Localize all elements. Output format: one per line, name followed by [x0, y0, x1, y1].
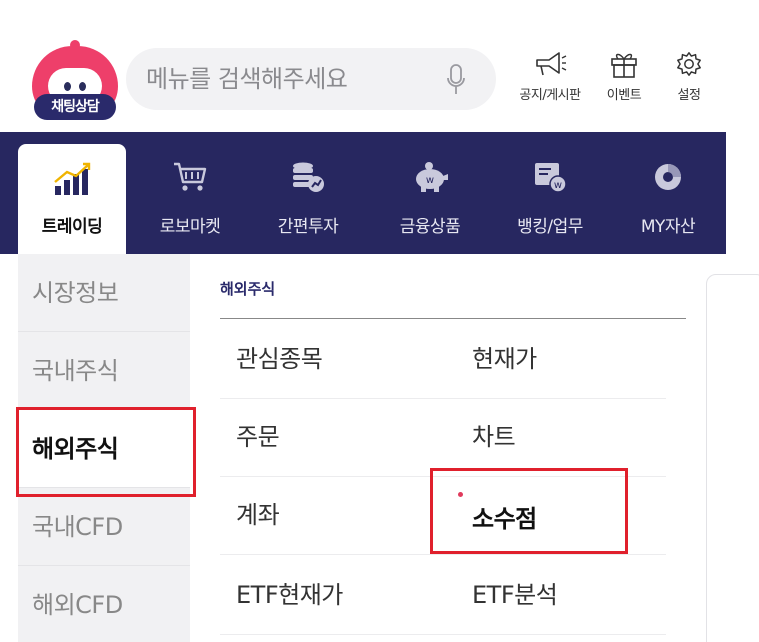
gear-icon — [677, 52, 701, 76]
tab-robomarket[interactable]: 로보마켓 — [140, 132, 240, 254]
tab-easy-invest[interactable]: 간편투자 — [258, 132, 358, 254]
chatbot-label: 채팅상담 — [34, 94, 116, 120]
main-category-nav: 트레이딩 로보마켓 간편투자 w 금융상품 w 뱅킹/업무 MY자산 — [0, 132, 726, 254]
menu-etf-current-price[interactable]: ETF현재가 — [236, 556, 343, 634]
chart-growth-icon — [54, 162, 91, 195]
highlight-fractional-shares — [430, 468, 628, 554]
tab-trading[interactable]: 트레이딩 — [18, 144, 126, 254]
highlight-overseas-stocks — [16, 407, 196, 497]
row-divider — [220, 554, 666, 555]
tab-my-assets-label: MY자산 — [640, 217, 696, 237]
event-label: 이벤트 — [606, 88, 642, 103]
menu-etf-analysis[interactable]: ETF분석 — [472, 556, 558, 634]
app-header: 채팅상담 메뉴를 검색해주세요 공지/게시판 이벤트 설정 — [0, 0, 759, 132]
sidebar-item-overseas-cfd[interactable]: 해외CFD — [18, 566, 190, 642]
chatbot-button[interactable]: 채팅상담 — [32, 40, 118, 122]
menu-watchlist[interactable]: 관심종목 — [236, 320, 323, 398]
coins-icon — [293, 162, 324, 192]
settings-label: 설정 — [677, 88, 701, 103]
robot-eye — [64, 82, 71, 91]
submenu-panel: 해외주식 관심종목 현재가 주문 차트 계좌 소수점 ETF현재가 ETF분석 — [190, 254, 759, 642]
right-side-panel — [706, 274, 759, 642]
banking-icon: w — [535, 163, 567, 193]
tab-banking-label: 뱅킹/업무 — [517, 217, 583, 237]
row-divider — [220, 398, 666, 399]
sidebar-item-domestic-stocks[interactable]: 국내주식 — [18, 332, 190, 410]
tab-my-assets[interactable]: MY자산 — [618, 132, 718, 254]
row-divider — [220, 634, 666, 635]
megaphone-icon — [536, 52, 567, 76]
menu-current-price[interactable]: 현재가 — [472, 320, 537, 398]
robot-eye — [79, 82, 86, 91]
microphone-icon[interactable] — [446, 64, 466, 96]
cart-icon — [174, 162, 207, 191]
tab-banking[interactable]: w 뱅킹/업무 — [496, 132, 604, 254]
menu-order[interactable]: 주문 — [236, 398, 280, 476]
section-title: 해외주식 — [220, 280, 276, 298]
donut-icon — [655, 164, 681, 190]
notice-board-label: 공지/게시판 — [519, 88, 581, 103]
sidebar-item-domestic-cfd[interactable]: 국내CFD — [18, 488, 190, 566]
tab-trading-label: 트레이딩 — [41, 217, 103, 237]
menu-chart[interactable]: 차트 — [472, 398, 516, 476]
tab-robomarket-label: 로보마켓 — [159, 217, 221, 237]
menu-search-bar[interactable]: 메뉴를 검색해주세요 — [126, 48, 496, 110]
tab-financial-products-label: 금융상품 — [399, 217, 461, 237]
search-placeholder[interactable]: 메뉴를 검색해주세요 — [146, 48, 348, 110]
piggybank-icon: w — [416, 162, 448, 192]
svg-text:w: w — [554, 180, 562, 191]
menu-account[interactable]: 계좌 — [236, 476, 280, 554]
sidebar-item-market-info[interactable]: 시장정보 — [18, 254, 190, 332]
tab-financial-products[interactable]: w 금융상품 — [380, 132, 480, 254]
svg-text:w: w — [426, 175, 434, 186]
settings-button[interactable]: 설정 — [668, 50, 710, 112]
notice-board-button[interactable]: 공지/게시판 — [508, 50, 592, 112]
section-divider — [220, 318, 686, 319]
event-button[interactable]: 이벤트 — [598, 50, 650, 112]
tab-easy-invest-label: 간편투자 — [277, 217, 339, 237]
gift-icon — [611, 53, 637, 78]
